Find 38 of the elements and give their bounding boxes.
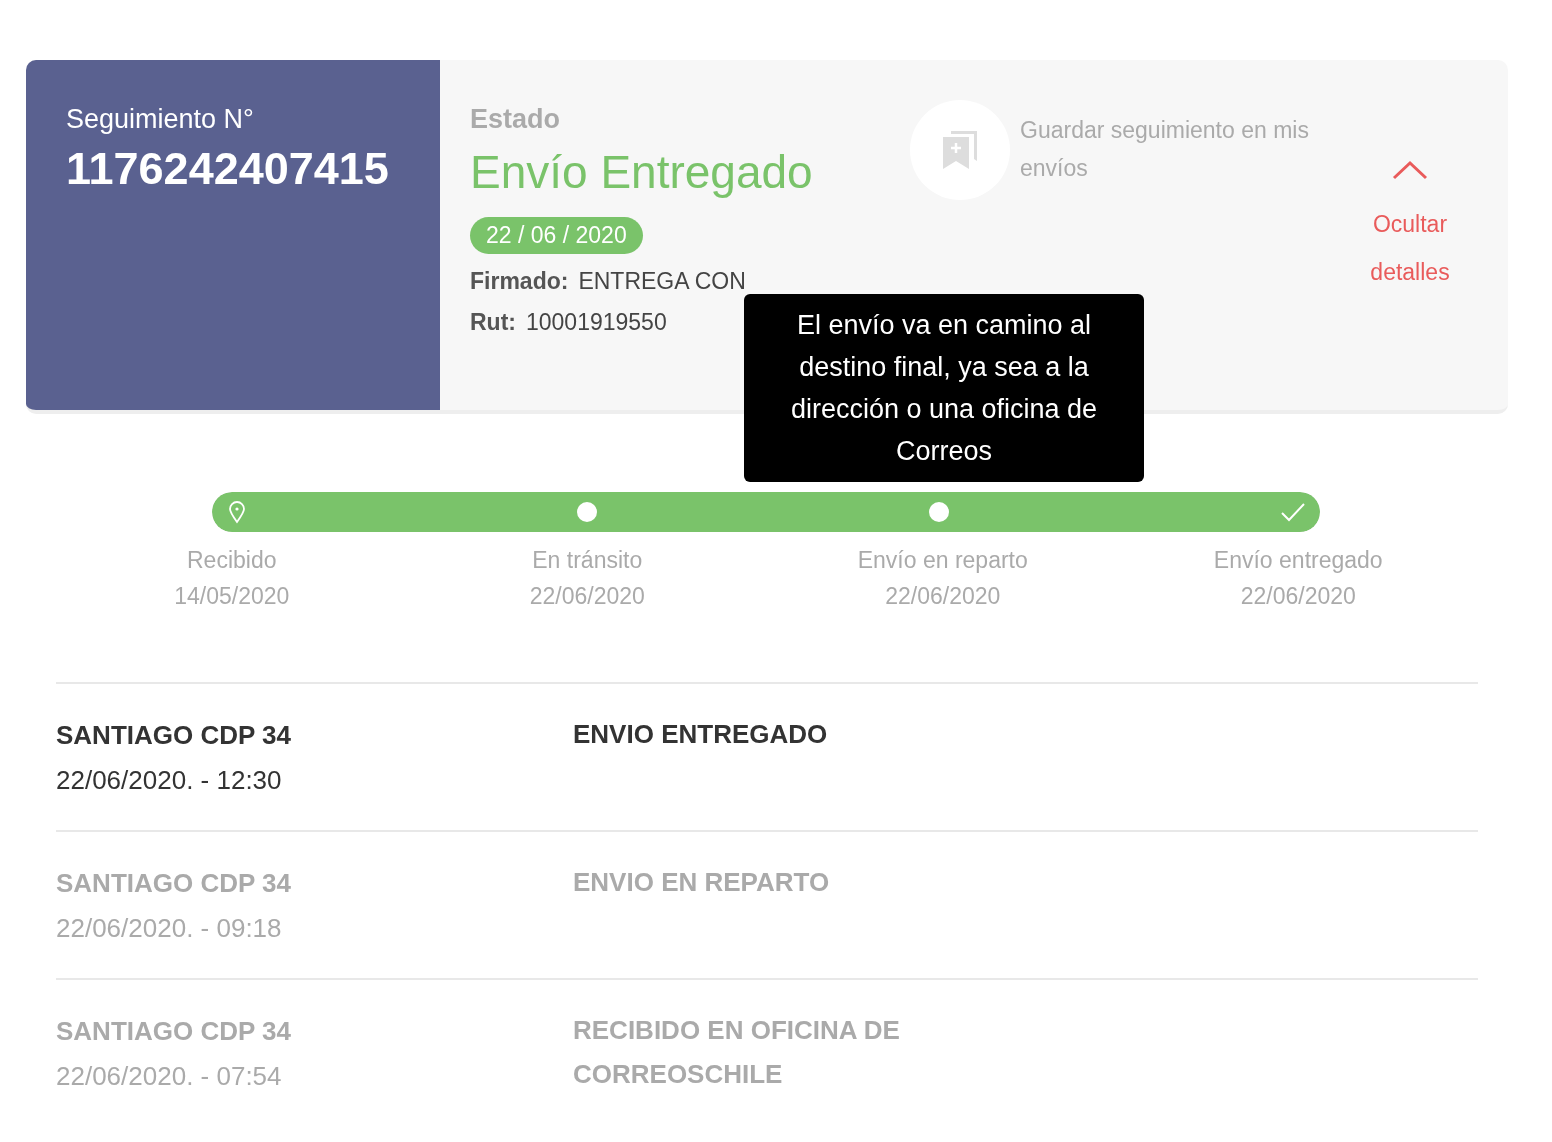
location-pin-icon xyxy=(228,500,246,524)
event-description: RECIBIDO EN OFICINA DE CORREOSCHILE xyxy=(573,1014,901,1091)
step-date: 22/06/2020 xyxy=(884,582,1002,611)
event-row[interactable]: SANTIAGO CDP 34 22/06/2020. - 12:30 ENVIO ENTREGADO xyxy=(56,682,1478,830)
event-time: 22/06/2020. - 09:18 xyxy=(56,913,283,944)
step-dot-icon xyxy=(577,502,598,522)
status-label: Estado xyxy=(470,104,562,135)
event-description: ENVIO ENTREGADO xyxy=(573,718,829,751)
save-label[interactable]: Guardar seguimiento en mis envíos xyxy=(1020,111,1340,187)
field-value: ENTREGA CON xyxy=(578,268,746,295)
event-time: 22/06/2020. - 07:54 xyxy=(56,1061,283,1092)
event-place: SANTIAGO CDP 34 xyxy=(56,1016,292,1047)
event-time: 22/06/2020. - 12:30 xyxy=(56,765,283,796)
event-place: SANTIAGO CDP 34 xyxy=(56,720,292,751)
field-label: Rut: xyxy=(470,309,516,336)
date-pill: 22 / 06 / 2020 xyxy=(470,217,643,254)
event-place: SANTIAGO CDP 34 xyxy=(56,868,292,899)
event-row[interactable]: SANTIAGO CDP 34 22/06/2020. - 07:54 RECIBIDO EN OFICINA DE CORREOSCHILE xyxy=(56,978,1478,1126)
event-row[interactable]: SANTIAGO CDP 34 22/06/2020. - 09:18 ENVIO EN REPARTO xyxy=(56,830,1478,978)
check-icon xyxy=(1280,502,1306,522)
bookmark-add-icon xyxy=(943,131,977,169)
step-date: 14/05/2020 xyxy=(173,582,291,611)
field-value: 10001919550 xyxy=(526,309,667,336)
hide-details-button[interactable]: Ocultar detalles xyxy=(1360,200,1460,296)
status-value: Envío Entregado xyxy=(470,145,814,199)
tracking-label: Seguimiento N° xyxy=(66,104,255,135)
step-dot-icon xyxy=(928,502,949,522)
chevron-up-icon[interactable] xyxy=(1392,160,1428,180)
step-label: Envío entregado xyxy=(1212,546,1384,575)
step-label: Envío en reparto xyxy=(856,546,1029,575)
field-label: Firmado: xyxy=(470,268,569,295)
tooltip: El envío va en camino al destino final, ya sea a la dirección o una oficina de Correos xyxy=(744,294,1144,482)
tracking-number: 1176242407415 xyxy=(66,143,390,195)
step-date: 22/06/2020 xyxy=(1239,582,1357,611)
event-description: ENVIO EN REPARTO xyxy=(573,866,831,899)
step-label: En tránsito xyxy=(531,546,644,575)
step-date: 22/06/2020 xyxy=(528,582,646,611)
step-label: Recibido xyxy=(186,546,278,575)
